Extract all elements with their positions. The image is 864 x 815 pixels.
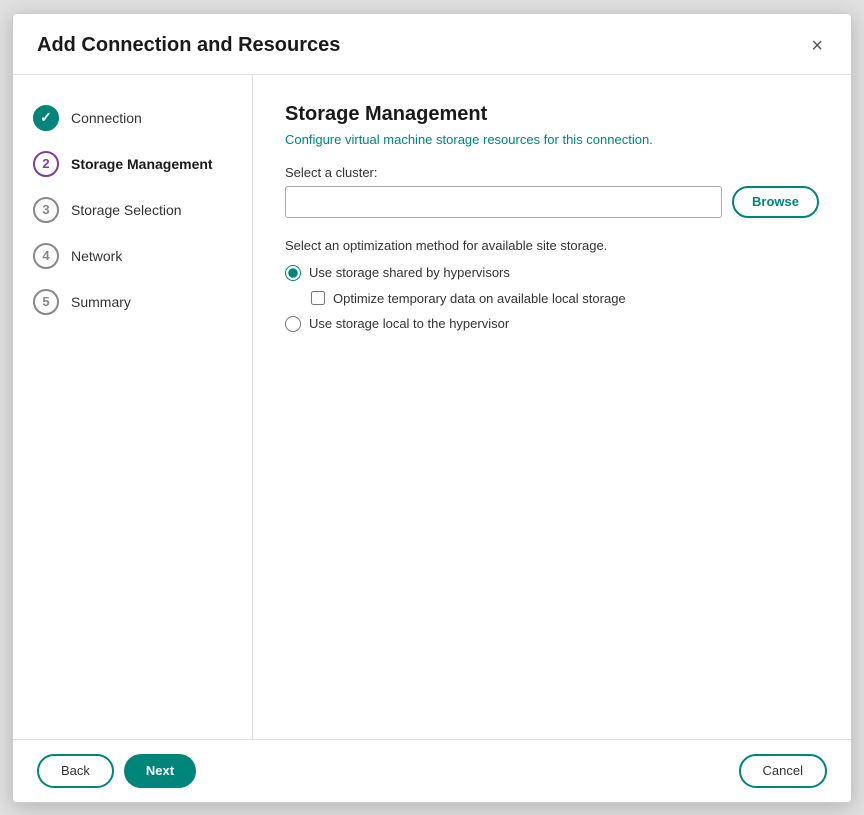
check-icon: ✓ [40, 109, 52, 126]
sidebar-item-storage-management[interactable]: 2 Storage Management [13, 141, 252, 187]
label-shared-hypervisors: Use storage shared by hypervisors [309, 265, 510, 280]
step-number-4: 4 [42, 248, 49, 263]
cluster-label: Select a cluster: [285, 165, 819, 180]
step-circle-5: 5 [33, 289, 59, 315]
step-number-5: 5 [42, 294, 49, 309]
radio-local-hypervisor[interactable] [285, 316, 301, 332]
sidebar-item-storage-selection[interactable]: 3 Storage Selection [13, 187, 252, 233]
step-label-connection: Connection [71, 110, 142, 126]
browse-button[interactable]: Browse [732, 186, 819, 218]
step-label-storage-management: Storage Management [71, 156, 213, 172]
step-label-network: Network [71, 248, 122, 264]
section-description: Configure virtual machine storage resour… [285, 132, 819, 147]
step-circle-2: 2 [33, 151, 59, 177]
label-local-hypervisor: Use storage local to the hypervisor [309, 316, 509, 331]
dialog-footer: Back Next Cancel [13, 739, 851, 802]
sidebar-item-summary[interactable]: 5 Summary [13, 279, 252, 325]
checkbox-optimize-temp[interactable] [311, 291, 325, 305]
dialog-title: Add Connection and Resources [37, 34, 340, 57]
step-label-storage-selection: Storage Selection [71, 202, 182, 218]
cluster-input[interactable] [285, 186, 722, 218]
sidebar-item-network[interactable]: 4 Network [13, 233, 252, 279]
main-content: Storage Management Configure virtual mac… [253, 75, 851, 739]
cancel-button[interactable]: Cancel [739, 754, 827, 788]
section-title: Storage Management [285, 103, 819, 126]
cluster-row: Browse [285, 186, 819, 218]
step-circle-3: 3 [33, 197, 59, 223]
close-button[interactable]: × [807, 32, 827, 60]
option-local-hypervisor: Use storage local to the hypervisor [285, 316, 819, 332]
dialog-header: Add Connection and Resources × [13, 14, 851, 75]
option-shared-hypervisors: Use storage shared by hypervisors [285, 265, 819, 281]
sidebar: ✓ Connection 2 Storage Management 3 Stor… [13, 75, 253, 739]
option-optimize-temp: Optimize temporary data on available loc… [309, 291, 819, 306]
dialog: Add Connection and Resources × ✓ Connect… [12, 13, 852, 803]
step-number-3: 3 [42, 202, 49, 217]
sidebar-item-connection[interactable]: ✓ Connection [13, 95, 252, 141]
radio-shared-hypervisors[interactable] [285, 265, 301, 281]
optimization-label: Select an optimization method for availa… [285, 238, 819, 253]
back-button[interactable]: Back [37, 754, 114, 788]
step-label-summary: Summary [71, 294, 131, 310]
next-button[interactable]: Next [124, 754, 196, 788]
label-optimize-temp: Optimize temporary data on available loc… [333, 291, 626, 306]
step-number-2: 2 [42, 156, 49, 171]
step-circle-1: ✓ [33, 105, 59, 131]
dialog-body: ✓ Connection 2 Storage Management 3 Stor… [13, 75, 851, 739]
step-circle-4: 4 [33, 243, 59, 269]
footer-left: Back Next [37, 754, 196, 788]
